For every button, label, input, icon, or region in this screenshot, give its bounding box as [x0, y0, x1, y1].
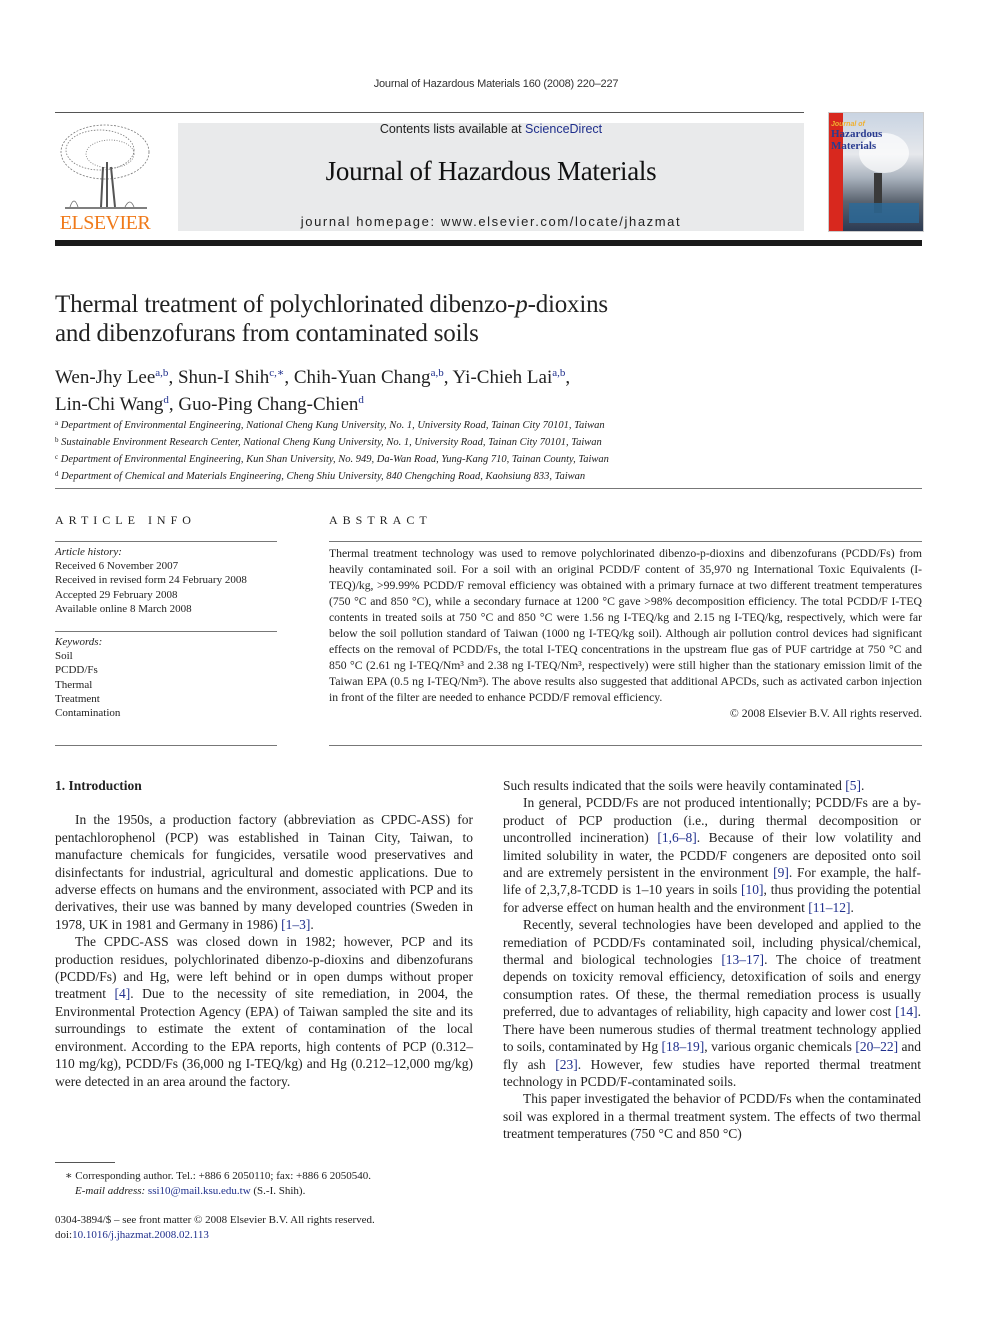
- article-history: Article history: Received 6 November 200…: [55, 545, 285, 616]
- keyword: PCDD/Fs: [55, 664, 98, 677]
- author[interactable]: Shun-I Shihc,∗: [178, 367, 284, 388]
- body-left-column: 1. Introduction In the 1950s, a producti…: [55, 777, 473, 1090]
- title-italic-p: p: [515, 291, 528, 318]
- journal-homepage: journal homepage: www.elsevier.com/locat…: [178, 214, 804, 229]
- section-heading: 1. Introduction: [55, 778, 142, 793]
- journal-cover-image: Journal of Hazardous Materials: [828, 112, 924, 232]
- history-item: Received 6 November 2007: [55, 560, 179, 573]
- article-info-heading: ARTICLE INFO: [55, 513, 196, 527]
- email-suffix: (S.-I. Shih).: [250, 1184, 306, 1197]
- keywords-label: Keywords:: [55, 636, 103, 648]
- keyword: Soil: [55, 650, 73, 663]
- citation-link[interactable]: [13–17]: [721, 952, 764, 967]
- keyword: Treatment: [55, 692, 100, 705]
- abstract-text: Thermal treatment technology was used to…: [329, 547, 922, 704]
- contents-line: Contents lists available at ScienceDirec…: [178, 122, 804, 136]
- history-label: Article history:: [55, 546, 122, 558]
- header-thick-rule: [55, 240, 922, 246]
- paragraph: In general, PCDD/Fs are not produced int…: [503, 795, 922, 915]
- paragraph: In the 1950s, a production factory (abbr…: [55, 812, 473, 932]
- homepage-url[interactable]: www.elsevier.com/locate/jhazmat: [441, 214, 681, 229]
- affiliation: c Department of Environmental Engineerin…: [55, 453, 609, 465]
- abstract-heading: ABSTRACT: [329, 513, 432, 527]
- history-item: Accepted 29 February 2008: [55, 588, 178, 601]
- citation-link[interactable]: [1,6–8]: [657, 830, 696, 845]
- corresponding-text: ∗ Corresponding author. Tel.: +886 6 205…: [65, 1170, 372, 1182]
- citation-link[interactable]: [20–22]: [855, 1039, 898, 1054]
- divider: [329, 745, 922, 746]
- citation-link[interactable]: [10]: [741, 882, 764, 897]
- title-part: -dioxins: [527, 291, 609, 318]
- paragraph: Recently, several technologies have been…: [503, 917, 922, 1089]
- affiliation: a Department of Environmental Engineerin…: [55, 419, 605, 431]
- sciencedirect-link[interactable]: ScienceDirect: [525, 122, 602, 136]
- citation-link[interactable]: [9]: [773, 865, 789, 880]
- author[interactable]: Wen-Jhy Leea,b: [55, 367, 168, 388]
- divider: [55, 541, 277, 542]
- front-matter-text: 0304-3894/$ – see front matter © 2008 El…: [55, 1214, 375, 1226]
- header-rule: [55, 112, 804, 113]
- homepage-label: journal homepage:: [300, 214, 441, 229]
- elsevier-wordmark: ELSEVIER: [59, 212, 151, 234]
- body-right-column: Such results indicated that the soils we…: [503, 777, 921, 1143]
- author-list: Wen-Jhy Leea,b, Shun-I Shihc,∗, Chih-Yua…: [55, 367, 571, 415]
- paragraph: Such results indicated that the soils we…: [503, 778, 865, 793]
- corresponding-author-note: ∗ Corresponding author. Tel.: +886 6 205…: [55, 1169, 485, 1198]
- author[interactable]: Chih-Yuan Changa,b: [294, 367, 444, 388]
- citation-link[interactable]: [11–12]: [808, 900, 850, 915]
- citation-link[interactable]: [18–19]: [662, 1039, 705, 1054]
- journal-title: Journal of Hazardous Materials: [325, 156, 657, 186]
- cover-title-3: Materials: [831, 140, 877, 152]
- citation-link[interactable]: [4]: [115, 986, 131, 1001]
- keywords: Keywords: Soil PCDD/Fs Thermal Treatment…: [55, 635, 285, 720]
- email-label: E-mail address:: [75, 1184, 148, 1197]
- citation-link[interactable]: [5]: [845, 778, 861, 793]
- cover-title-2: Hazardous: [831, 128, 883, 140]
- doi-label: doi:: [55, 1228, 73, 1241]
- front-matter: 0304-3894/$ – see front matter © 2008 El…: [55, 1213, 475, 1242]
- abstract-body: Thermal treatment technology was used to…: [329, 546, 922, 722]
- citation-link[interactable]: [14]: [895, 1004, 918, 1019]
- divider: [329, 541, 922, 542]
- running-head: Journal of Hazardous Materials 160 (2008…: [373, 78, 619, 90]
- history-item: Received in revised form 24 February 200…: [55, 574, 247, 587]
- author[interactable]: Guo-Ping Chang-Chiend: [178, 394, 363, 415]
- paragraph: This paper investigated the behavior of …: [503, 1091, 921, 1142]
- title-part: Thermal treatment of polychlorinated dib…: [55, 291, 516, 318]
- title-line-2: and dibenzofurans from contaminated soil…: [55, 320, 479, 347]
- citation-link[interactable]: [23]: [555, 1057, 578, 1072]
- citation-link[interactable]: [1–3]: [281, 917, 310, 932]
- abstract-copyright: © 2008 Elsevier B.V. All rights reserved…: [729, 707, 922, 720]
- divider: [55, 745, 277, 746]
- cover-title-1: Journal of: [831, 121, 865, 128]
- doi-link[interactable]: 10.1016/j.jhazmat.2008.02.113: [72, 1229, 209, 1241]
- article-title: Thermal treatment of polychlorinated dib…: [55, 290, 755, 348]
- footnote-rule: [55, 1162, 115, 1163]
- affiliation: b Sustainable Environment Research Cente…: [55, 436, 602, 448]
- email-link[interactable]: ssi10@mail.ksu.edu.tw: [148, 1185, 251, 1197]
- keyword: Thermal: [55, 678, 93, 691]
- divider: [55, 488, 922, 489]
- affiliation: d Department of Chemical and Materials E…: [55, 470, 586, 482]
- contents-prefix: Contents lists available at: [379, 122, 526, 136]
- affiliations: a Department of Environmental Engineerin…: [55, 416, 915, 484]
- keyword: Contamination: [55, 707, 121, 720]
- author[interactable]: Lin-Chi Wangd: [55, 394, 169, 415]
- author[interactable]: Yi-Chieh Laia,b: [453, 367, 566, 388]
- paragraph: The CPDC-ASS was closed down in 1982; ho…: [55, 934, 473, 1089]
- divider: [55, 631, 277, 632]
- history-item: Available online 8 March 2008: [55, 602, 192, 615]
